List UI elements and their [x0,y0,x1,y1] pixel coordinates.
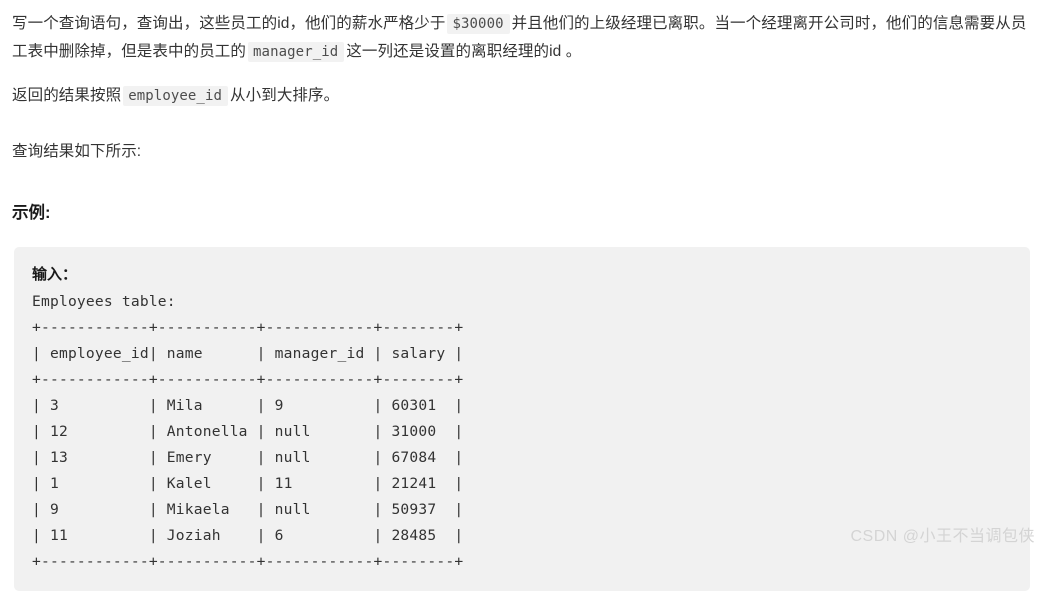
inline-code-manager-id: manager_id [248,42,345,62]
inline-code-salary-threshold: $30000 [447,14,510,34]
paragraph-2-text-part-2: 从小到大排序。 [230,87,340,104]
csdn-watermark: CSDN @小王不当调包侠 [850,528,1035,545]
paragraph-2-text-part-1: 返回的结果按照 [12,87,122,104]
paragraph-1-text-part-3: 这一列还是设置的离职经理的id 。 [346,43,582,60]
example-input-label: 输入： [32,265,78,283]
inline-code-employee-id: employee_id [123,86,229,106]
problem-paragraph-1: 写一个查询语句，查询出，这些员工的id，他们的薪水严格少于 $30000 并且他们的… [12,10,1041,66]
problem-paragraph-3: 查询结果如下所示: [12,143,142,160]
example-title-spacer [12,223,1041,247]
paragraph-spacer-lower [12,166,1041,199]
paragraph-spacer-upper [12,110,1041,138]
paragraph-1-text-part-1: 写一个查询语句，查询出，这些员工的id，他们的薪水严格少于 [12,15,446,32]
problem-page: 写一个查询语句，查询出，这些员工的id，他们的薪水严格少于 $30000 并且他们的… [0,0,1053,591]
problem-paragraph-2: 返回的结果按照 employee_id 从小到大排序。 [12,82,1041,110]
example-section-title: 示例: [12,204,51,222]
